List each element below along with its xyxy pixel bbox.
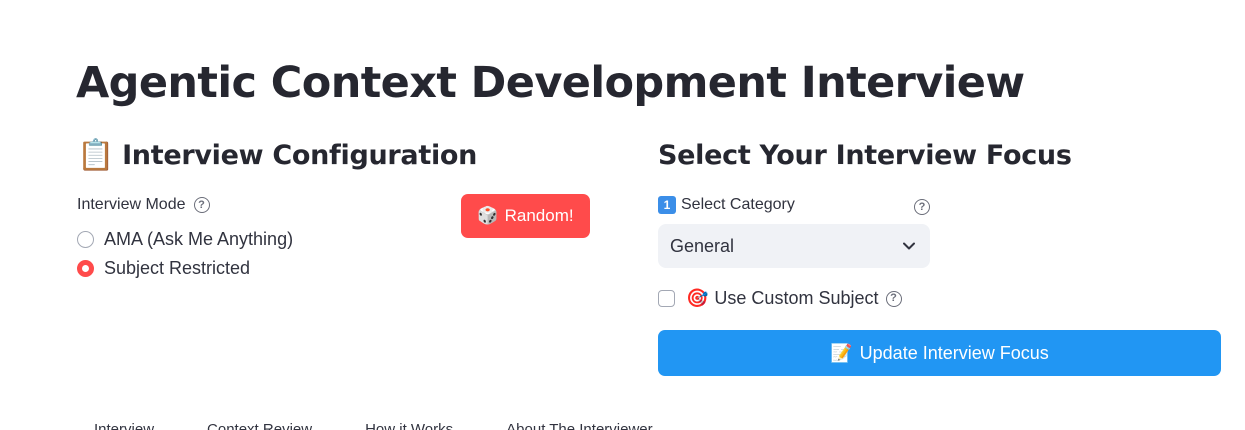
help-icon[interactable]: ? — [885, 290, 902, 307]
category-select[interactable]: General — [658, 224, 930, 268]
radio-option-label: AMA (Ask Me Anything) — [104, 229, 294, 249]
radio-option-ama[interactable]: AMA (Ask Me Anything) — [77, 229, 293, 250]
update-interview-focus-button[interactable]: 📝 Update Interview Focus — [658, 330, 1221, 376]
radio-option-subject-restricted[interactable]: Subject Restricted — [77, 258, 250, 279]
select-category-label: 1 Select Category — [658, 196, 795, 214]
radio-button-checked-icon[interactable] — [77, 260, 94, 277]
interview-configuration-heading: 📋 Interview Configuration — [77, 140, 477, 171]
help-icon[interactable]: ? — [193, 197, 210, 213]
tab-about-the-interviewer[interactable]: About The Interviewer — [506, 421, 652, 430]
tab-how-it-works[interactable]: How it Works — [365, 421, 453, 430]
random-button[interactable]: 🎲 Random! — [461, 194, 590, 238]
radio-button-unchecked-icon[interactable] — [77, 231, 94, 248]
interview-mode-label-text: Interview Mode — [77, 196, 186, 213]
radio-option-label: Subject Restricted — [104, 258, 251, 278]
use-custom-subject-label: Use Custom Subject — [714, 288, 879, 308]
tab-bar: Interview Context Review How it Works Ab… — [76, 421, 688, 430]
interview-mode-label: Interview Mode ? — [77, 196, 210, 214]
clipboard-icon: 📋 — [77, 137, 115, 173]
help-icon[interactable]: ? — [914, 199, 930, 215]
interview-focus-heading: Select Your Interview Focus — [658, 140, 1072, 171]
chevron-down-icon — [902, 239, 916, 253]
keycap-one-icon: 1 — [658, 196, 676, 214]
random-button-label: Random! — [504, 206, 574, 225]
memo-icon: 📝 — [830, 342, 853, 363]
tab-context-review[interactable]: Context Review — [207, 421, 312, 430]
page-title: Agentic Context Development Interview — [76, 58, 1025, 108]
use-custom-subject-checkbox[interactable]: 🎯 Use Custom Subject ? — [658, 288, 902, 309]
select-category-label-text: Select Category — [681, 196, 795, 213]
checkbox-unchecked-icon[interactable] — [658, 290, 675, 307]
category-select-value: General — [670, 235, 735, 256]
tab-interview[interactable]: Interview — [94, 421, 154, 430]
update-interview-focus-label: Update Interview Focus — [859, 342, 1049, 363]
target-icon: 🎯 — [686, 288, 709, 308]
interview-configuration-title: Interview Configuration — [122, 140, 478, 171]
dice-icon: 🎲 — [477, 206, 499, 225]
